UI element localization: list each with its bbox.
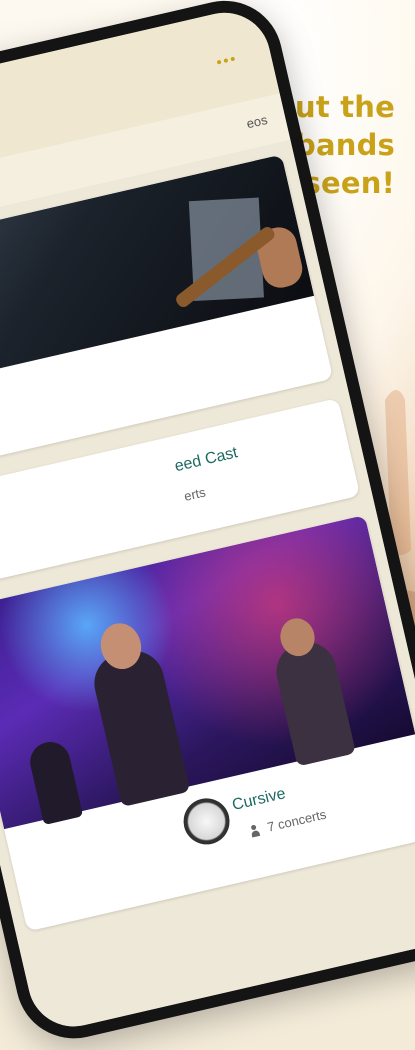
concert-count: erts bbox=[182, 484, 208, 504]
band-avatar bbox=[178, 793, 235, 849]
band-name: eed Cast bbox=[173, 444, 240, 476]
band-name: Cursive bbox=[230, 785, 288, 814]
tab-videos[interactable]: eos bbox=[245, 112, 269, 131]
band-card[interactable]: Cursive 7 concerts bbox=[0, 514, 415, 932]
more-dots-icon[interactable] bbox=[216, 56, 236, 65]
people-icon bbox=[250, 823, 264, 837]
concert-count: 7 concerts bbox=[249, 806, 328, 839]
concert-count-text: 7 concerts bbox=[265, 806, 328, 835]
